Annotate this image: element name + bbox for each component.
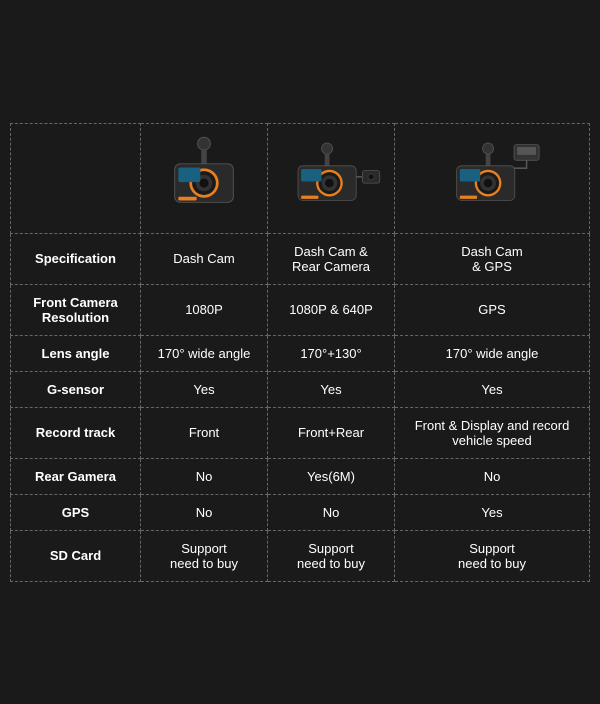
table-row: SD CardSupport need to buySupport need t…	[11, 530, 590, 581]
spec-value-row3-col2: Yes	[268, 371, 395, 407]
dashcam-1-icon	[149, 133, 259, 223]
spec-value-row6-col3: Yes	[395, 494, 590, 530]
table-row: Rear GameraNoYes(6M)No	[11, 458, 590, 494]
spec-value-row4-col1: Front	[141, 407, 268, 458]
table-row: Record trackFrontFront+RearFront & Displ…	[11, 407, 590, 458]
spec-value-row2-col1: 170° wide angle	[141, 335, 268, 371]
spec-value-row7-col2: Support need to buy	[268, 530, 395, 581]
table-row: GPSNoNoYes	[11, 494, 590, 530]
spec-value-row5-col1: No	[141, 458, 268, 494]
spec-value-row5-col3: No	[395, 458, 590, 494]
dashcam-2-icon	[276, 133, 386, 223]
spec-value-row4-col3: Front & Display and record vehicle speed	[395, 407, 590, 458]
spec-value-row3-col3: Yes	[395, 371, 590, 407]
table-row: G-sensorYesYesYes	[11, 371, 590, 407]
product-2-image-cell	[268, 123, 395, 233]
spec-value-row6-col2: No	[268, 494, 395, 530]
product-3-container	[403, 132, 581, 225]
spec-value-row2-col3: 170° wide angle	[395, 335, 590, 371]
product-1-container	[149, 132, 259, 225]
comparison-table: SpecificationDash CamDash Cam & Rear Cam…	[10, 123, 590, 582]
spec-value-row1-col1: 1080P	[141, 284, 268, 335]
spec-value-row0-col2: Dash Cam & Rear Camera	[268, 233, 395, 284]
spec-label-6: GPS	[11, 494, 141, 530]
spec-value-row0-col1: Dash Cam	[141, 233, 268, 284]
spec-label-0: Specification	[11, 233, 141, 284]
spec-label-7: SD Card	[11, 530, 141, 581]
dashcam-3-icon	[437, 133, 547, 223]
spec-value-row1-col3: GPS	[395, 284, 590, 335]
spec-value-row4-col2: Front+Rear	[268, 407, 395, 458]
table-row: Lens angle170° wide angle170°+130°170° w…	[11, 335, 590, 371]
spec-label-5: Rear Gamera	[11, 458, 141, 494]
spec-value-row2-col2: 170°+130°	[268, 335, 395, 371]
spec-value-row0-col3: Dash Cam & GPS	[395, 233, 590, 284]
product-image-row	[11, 123, 590, 233]
spec-value-row7-col1: Support need to buy	[141, 530, 268, 581]
product-1-image-cell	[141, 123, 268, 233]
spec-value-row6-col1: No	[141, 494, 268, 530]
spec-label-3: G-sensor	[11, 371, 141, 407]
spec-value-row7-col3: Support need to buy	[395, 530, 590, 581]
table-row: Front Camera Resolution1080P1080P & 640P…	[11, 284, 590, 335]
table-row: SpecificationDash CamDash Cam & Rear Cam…	[11, 233, 590, 284]
spec-label-4: Record track	[11, 407, 141, 458]
header-empty	[11, 123, 141, 233]
product-2-container	[276, 132, 386, 225]
spec-value-row3-col1: Yes	[141, 371, 268, 407]
product-3-image-cell	[395, 123, 590, 233]
spec-label-1: Front Camera Resolution	[11, 284, 141, 335]
spec-label-2: Lens angle	[11, 335, 141, 371]
spec-value-row5-col2: Yes(6M)	[268, 458, 395, 494]
spec-value-row1-col2: 1080P & 640P	[268, 284, 395, 335]
